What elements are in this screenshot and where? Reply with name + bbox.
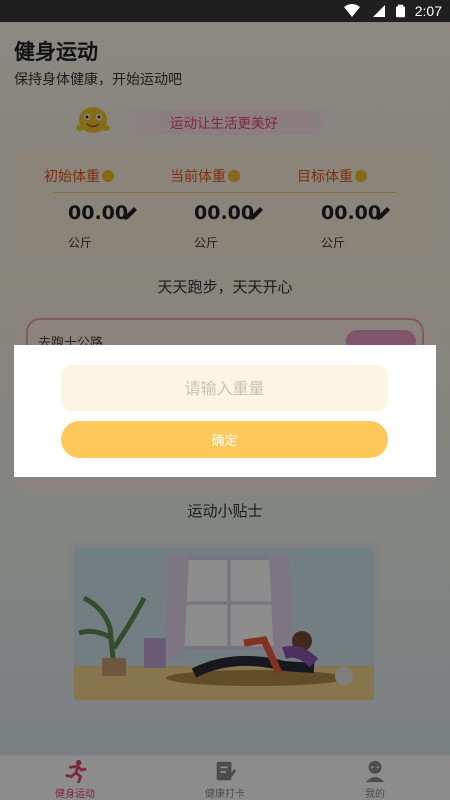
status-bar: 2:07	[0, 0, 450, 22]
status-time: 2:07	[414, 3, 442, 19]
weight-input[interactable]	[61, 365, 388, 411]
tabbar-overlay[interactable]	[0, 755, 450, 800]
wifi-icon	[343, 4, 360, 17]
battery-icon	[395, 4, 405, 18]
confirm-button[interactable]: 确定	[61, 421, 388, 458]
weight-input-dialog: 确定	[14, 345, 436, 477]
signal-icon	[372, 5, 385, 17]
